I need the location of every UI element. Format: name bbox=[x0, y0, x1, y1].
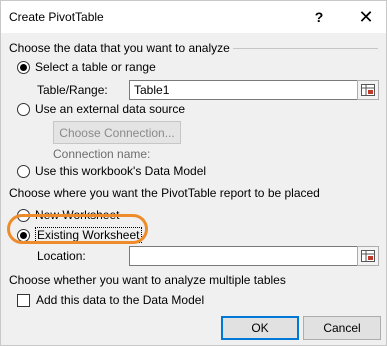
radio-select-table-label: Select a table or range bbox=[35, 60, 156, 74]
connection-name-label: Connection name: bbox=[53, 147, 151, 161]
radio-data-model-indicator[interactable] bbox=[17, 164, 30, 178]
radio-external-source-indicator[interactable] bbox=[17, 102, 30, 116]
radio-new-worksheet[interactable]: New Worksheet bbox=[17, 208, 119, 222]
radio-select-table-indicator[interactable] bbox=[17, 60, 30, 74]
radio-select-table[interactable]: Select a table or range bbox=[17, 60, 156, 74]
range-selector-icon bbox=[361, 250, 375, 262]
section-label-multiple-tables: Choose whether you want to analyze multi… bbox=[9, 273, 286, 287]
radio-external-source-label: Use an external data source bbox=[35, 102, 186, 116]
checkbox-add-to-data-model[interactable]: Add this data to the Data Model bbox=[17, 293, 204, 307]
location-label: Location: bbox=[37, 249, 86, 263]
table-range-input[interactable]: Table1 bbox=[129, 80, 361, 100]
location-input[interactable] bbox=[129, 246, 361, 266]
close-button[interactable]: ✕ bbox=[352, 3, 380, 31]
ok-button[interactable]: OK bbox=[221, 316, 299, 340]
location-selector-button[interactable] bbox=[357, 246, 379, 266]
choose-connection-button[interactable]: Choose Connection... bbox=[53, 121, 181, 144]
checkbox-add-to-data-model-label: Add this data to the Data Model bbox=[36, 293, 205, 307]
section-label-analyze-data: Choose the data that you want to analyze bbox=[9, 41, 230, 55]
section-label-placement: Choose where you want the PivotTable rep… bbox=[9, 186, 320, 200]
table-range-selector-button[interactable] bbox=[357, 80, 379, 100]
checkbox-add-to-data-model-box[interactable] bbox=[17, 293, 30, 307]
radio-existing-worksheet-indicator[interactable] bbox=[17, 228, 30, 242]
section-divider bbox=[233, 48, 378, 49]
radio-new-worksheet-indicator[interactable] bbox=[17, 208, 30, 222]
table-range-label: Table/Range: bbox=[37, 83, 108, 97]
range-selector-icon bbox=[361, 84, 375, 96]
title-bar: Create PivotTable ? ✕ bbox=[1, 1, 386, 33]
radio-external-source[interactable]: Use an external data source bbox=[17, 102, 185, 116]
radio-existing-worksheet[interactable]: Existing Worksheet bbox=[17, 227, 142, 243]
radio-data-model-label: Use this workbook's Data Model bbox=[35, 164, 207, 178]
cancel-button[interactable]: Cancel bbox=[303, 316, 381, 340]
create-pivottable-dialog: Create PivotTable ? ✕ Choose the data th… bbox=[0, 0, 387, 346]
radio-existing-worksheet-label: Existing Worksheet bbox=[35, 227, 142, 243]
dialog-title: Create PivotTable bbox=[9, 10, 104, 24]
radio-data-model[interactable]: Use this workbook's Data Model bbox=[17, 164, 206, 178]
dialog-body: Choose the data that you want to analyze… bbox=[1, 33, 386, 345]
radio-new-worksheet-label: New Worksheet bbox=[35, 208, 120, 222]
help-button[interactable]: ? bbox=[305, 3, 333, 31]
